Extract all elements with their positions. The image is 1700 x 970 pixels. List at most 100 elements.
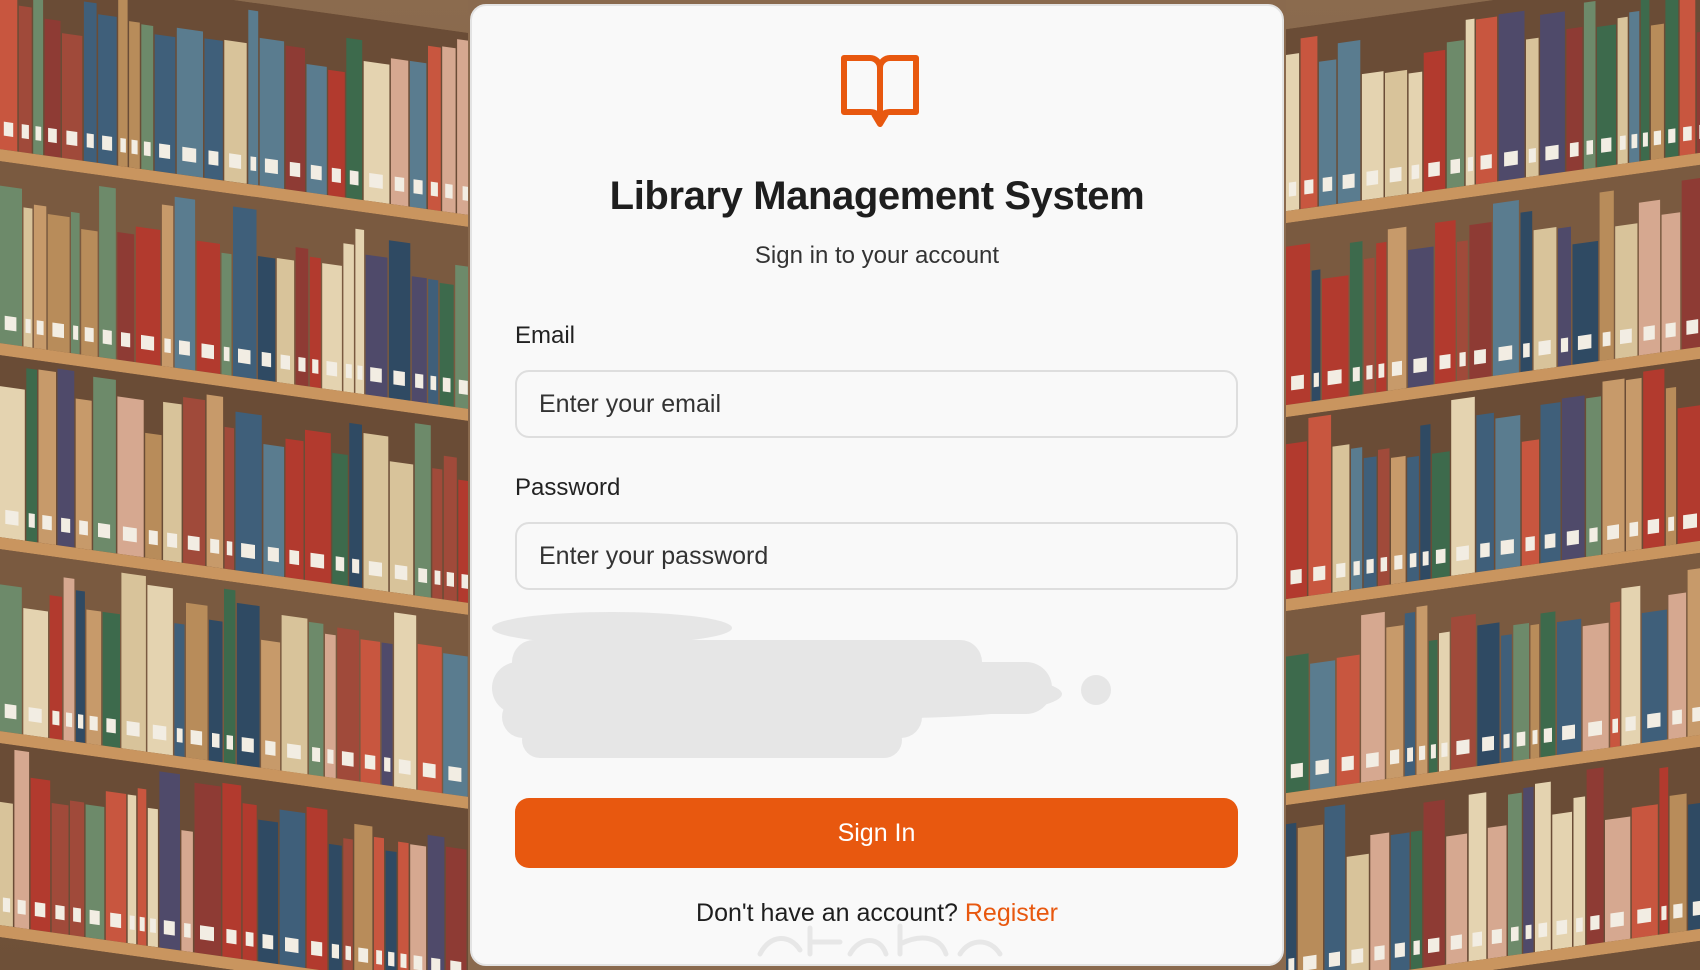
book-label <box>1511 926 1519 942</box>
watermark-logo <box>757 923 1003 957</box>
book-label <box>89 909 100 926</box>
book-label <box>143 141 151 157</box>
book-label <box>1588 720 1603 737</box>
book-label <box>415 373 424 389</box>
book-label <box>1619 135 1626 151</box>
book-label <box>446 571 455 587</box>
sign-in-button[interactable]: Sign In <box>515 798 1238 868</box>
book-label <box>226 734 234 750</box>
book-label <box>287 743 301 760</box>
book-label <box>187 535 200 552</box>
book-label <box>265 740 276 756</box>
book-label <box>462 186 468 203</box>
book-label <box>1612 718 1618 734</box>
book-label <box>369 173 383 189</box>
book-label <box>1439 353 1451 370</box>
book-label <box>1631 133 1638 149</box>
book-label <box>1629 521 1639 537</box>
page-subtitle: Sign in to your account <box>754 242 1000 269</box>
book-label <box>358 947 369 963</box>
book-label <box>84 327 94 343</box>
book-label <box>1474 348 1486 365</box>
book-label <box>1430 744 1436 759</box>
book-label <box>25 318 31 334</box>
book-label <box>226 540 233 556</box>
book-label <box>61 517 71 533</box>
book-label <box>1303 954 1317 970</box>
book-label <box>1435 548 1446 565</box>
book-label <box>1523 342 1530 358</box>
book-label <box>1480 542 1490 558</box>
book-label <box>398 759 411 775</box>
book-label <box>1288 181 1297 197</box>
book-label <box>1380 556 1388 572</box>
book-label <box>1692 900 1700 916</box>
book-label <box>267 546 279 563</box>
book-label <box>55 904 65 921</box>
book-label <box>167 532 178 549</box>
background-bookshelf-left <box>0 0 468 970</box>
book-label <box>1290 762 1303 779</box>
book-label <box>1543 727 1552 743</box>
book-label <box>73 907 81 923</box>
book-label <box>163 920 175 936</box>
book-spine <box>1324 804 1346 970</box>
book-label <box>1394 942 1405 958</box>
book-label <box>434 570 441 586</box>
book-label <box>1342 173 1355 190</box>
book-label <box>331 167 341 184</box>
password-input[interactable] <box>515 522 1238 590</box>
book-label <box>461 573 468 590</box>
book-label <box>1482 735 1495 752</box>
book-label <box>1601 137 1612 153</box>
book-label <box>1290 568 1302 585</box>
book-label <box>139 916 145 932</box>
book-label <box>1544 533 1556 549</box>
book-label <box>1672 709 1682 725</box>
book-label <box>413 955 423 970</box>
book-label <box>102 135 113 151</box>
book-label <box>1525 536 1535 552</box>
book-label <box>448 766 462 782</box>
book-label <box>335 556 345 572</box>
book-label <box>21 124 29 140</box>
book-label <box>210 538 220 554</box>
book-label <box>1422 551 1429 566</box>
book-label <box>1589 527 1598 543</box>
book-label <box>1450 934 1462 950</box>
book-label <box>1428 161 1440 178</box>
book-label <box>1491 928 1502 945</box>
book-label <box>226 928 237 945</box>
book-label <box>98 522 111 539</box>
book-label <box>148 530 158 546</box>
book-label <box>1366 170 1379 186</box>
book-label <box>1304 179 1314 195</box>
book-label <box>1642 132 1648 147</box>
book-label <box>352 558 360 574</box>
book-label <box>1673 903 1683 919</box>
book-label <box>1607 524 1620 540</box>
book-label <box>1351 948 1364 964</box>
book-label <box>1456 545 1469 562</box>
book-label <box>106 718 116 734</box>
book-label <box>431 957 441 970</box>
book-label <box>131 139 138 155</box>
book-label <box>66 130 78 146</box>
book-label <box>1428 937 1440 954</box>
book-label <box>1647 712 1661 729</box>
book-label <box>1610 911 1624 928</box>
book-label <box>1366 364 1373 380</box>
book-label <box>312 358 319 374</box>
book-label <box>201 343 214 360</box>
email-input[interactable] <box>515 370 1238 438</box>
book-label <box>341 751 354 767</box>
book-label <box>413 179 423 195</box>
book-label <box>430 375 437 391</box>
book-label <box>1456 739 1470 756</box>
book-label <box>310 164 322 181</box>
book-label <box>1504 150 1518 167</box>
book-label <box>34 902 46 918</box>
book-label <box>1602 331 1611 347</box>
book-label <box>241 542 256 559</box>
book-label <box>1413 357 1427 374</box>
